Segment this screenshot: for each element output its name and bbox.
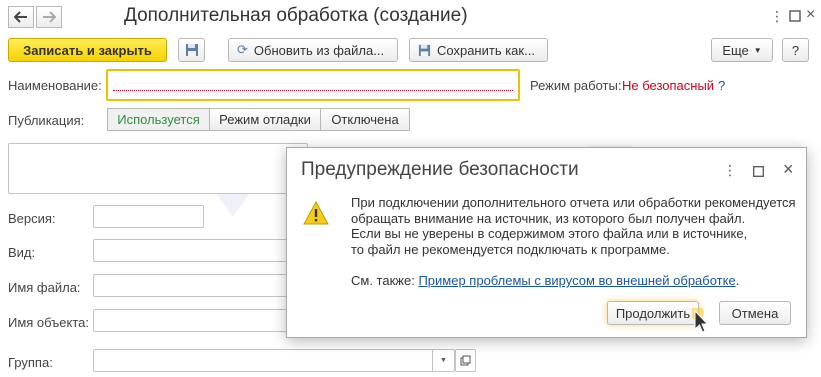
- dialog-message: При подключении дополнительного отчета и…: [351, 195, 796, 289]
- warning-triangle-icon: [303, 200, 329, 228]
- page-title: Дополнительная обработка (создание): [124, 5, 468, 26]
- more-button[interactable]: Еще ▼: [711, 38, 773, 62]
- kind-field[interactable]: [93, 239, 293, 262]
- version-field[interactable]: [93, 205, 204, 228]
- refresh-from-file-button[interactable]: ⟳ Обновить из файла...: [228, 38, 398, 62]
- description-area[interactable]: [8, 143, 308, 194]
- group-dropdown-button[interactable]: ▼: [432, 349, 455, 372]
- chevron-down-icon: ▼: [440, 357, 447, 364]
- version-label: Версия:: [8, 211, 56, 226]
- back-button[interactable]: [8, 6, 34, 28]
- chevron-down-icon: ▼: [753, 45, 762, 55]
- refresh-label: Обновить из файла...: [253, 42, 385, 58]
- virus-example-link[interactable]: Пример проблемы с вирусом во внешней обр…: [418, 273, 735, 288]
- security-warning-dialog: Предупреждение безопасности ⋮ × При подк…: [286, 147, 807, 338]
- continue-button[interactable]: Продолжить: [607, 301, 699, 325]
- save-button[interactable]: [178, 38, 205, 62]
- message-line: то файл не рекомендуется подключать к пр…: [351, 241, 670, 257]
- filename-label: Имя файла:: [8, 280, 81, 295]
- save-as-label: Сохранить как...: [437, 42, 535, 58]
- mode-label: Режим работы:: [530, 78, 622, 93]
- close-icon[interactable]: ×: [806, 6, 815, 24]
- objectname-label: Имя объекта:: [8, 315, 90, 330]
- arrow-left-icon: [14, 11, 27, 23]
- message-line: Если вы не уверены в содержимом этого фа…: [351, 226, 748, 241]
- see-also-label: См. также:: [351, 273, 415, 288]
- forward-button[interactable]: [36, 6, 62, 28]
- name-label: Наименование:: [8, 78, 102, 93]
- required-underline: [113, 90, 513, 91]
- group-field[interactable]: [93, 349, 455, 372]
- publication-option-used[interactable]: Используется: [107, 108, 210, 131]
- dialog-title: Предупреждение безопасности: [301, 159, 579, 180]
- publication-option-debug[interactable]: Режим отладки: [209, 108, 321, 131]
- cancel-button[interactable]: Отмена: [719, 301, 791, 325]
- maximize-icon[interactable]: [753, 165, 764, 180]
- name-field[interactable]: [106, 69, 520, 101]
- publication-option-disabled[interactable]: Отключена: [320, 108, 410, 131]
- see-also-end: .: [735, 273, 740, 288]
- objectname-field[interactable]: [93, 309, 293, 332]
- group-open-button[interactable]: [455, 349, 476, 372]
- floppy-disk-icon: [418, 44, 431, 56]
- kind-label: Вид:: [8, 245, 36, 260]
- mode-value: Не безопасный: [622, 78, 715, 93]
- open-window-icon: [460, 355, 471, 366]
- save-as-button[interactable]: Сохранить как...: [409, 38, 548, 62]
- square-icon[interactable]: [789, 9, 801, 25]
- arrow-right-icon: [43, 11, 56, 23]
- mode-help-icon[interactable]: ?: [718, 78, 725, 93]
- refresh-icon: ⟳: [237, 42, 248, 57]
- message-line: При подключении дополнительного отчета и…: [351, 195, 796, 210]
- see-also-row: См. также: Пример проблемы с вирусом во …: [351, 273, 796, 289]
- vertical-dots-icon[interactable]: ⋮: [723, 162, 737, 179]
- publication-label: Публикация:: [8, 113, 85, 128]
- filename-field[interactable]: [93, 274, 293, 297]
- group-label: Группа:: [8, 355, 53, 370]
- close-icon[interactable]: ×: [783, 159, 794, 180]
- floppy-disk-icon: [185, 44, 198, 56]
- save-and-close-button[interactable]: Записать и закрыть: [8, 38, 167, 62]
- message-line: обращать внимание на источник, из которо…: [351, 210, 746, 226]
- mouse-cursor-icon: [690, 306, 712, 337]
- vertical-dots-icon[interactable]: ⋮: [770, 8, 784, 25]
- more-label: Еще: [722, 42, 749, 58]
- help-button[interactable]: ?: [782, 38, 809, 62]
